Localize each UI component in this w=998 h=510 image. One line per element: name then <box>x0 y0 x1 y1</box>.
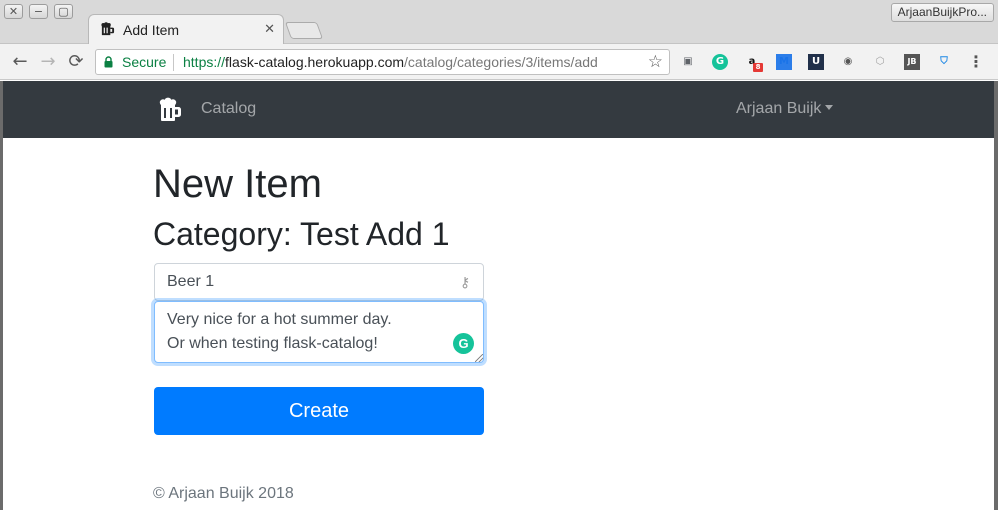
url-scheme: https:// <box>183 54 226 70</box>
user-name: Arjaan Buijk <box>736 100 822 117</box>
grammarly-icon[interactable]: G <box>712 54 728 70</box>
navbar-brand[interactable]: Catalog <box>201 100 256 118</box>
tab-add-item[interactable]: Add Item ✕ <box>88 14 284 45</box>
url-separator <box>173 54 174 71</box>
url-text[interactable]: https://flask-catalog.herokuapp.com/cata… <box>183 54 598 70</box>
lock-icon <box>104 56 113 68</box>
m-icon[interactable]: M <box>776 54 792 70</box>
url-host: flask-catalog.herokuapp.com <box>225 54 405 70</box>
eye-icon[interactable]: ◉ <box>840 54 856 70</box>
beer-mug-icon[interactable] <box>158 97 184 123</box>
url-path: /catalog/categories/3/items/add <box>404 54 598 70</box>
window-maximize-button[interactable]: ▢ <box>54 4 73 19</box>
cube-icon[interactable]: ⬡ <box>872 54 888 70</box>
address-bar[interactable]: Secure https://flask-catalog.herokuapp.c… <box>95 49 670 75</box>
item-description-textarea[interactable]: Very nice for a hot summer day. Or when … <box>154 301 484 363</box>
site-navbar: Catalog Arjaan Buijk <box>3 81 994 138</box>
bookmark-star-icon[interactable]: ☆ <box>648 52 663 72</box>
grammarly-icon[interactable]: G <box>453 333 474 354</box>
item-name-input[interactable] <box>154 263 484 301</box>
beer-mug-icon <box>100 22 115 41</box>
pocket-icon[interactable]: ▣ <box>680 54 696 70</box>
footer-copyright: © Arjaan Buijk 2018 <box>153 485 294 502</box>
create-button[interactable]: Create <box>154 387 484 435</box>
reload-icon[interactable]: ⟳ <box>65 51 87 73</box>
amazon-icon[interactable]: a8 <box>744 54 763 72</box>
forward-arrow-icon[interactable]: → <box>37 51 59 73</box>
profile-button[interactable]: ArjaanBuijkPro... <box>890 3 994 22</box>
secure-label: Secure <box>122 54 167 70</box>
tab-title: Add Item <box>123 22 180 38</box>
new-tab-button[interactable] <box>284 22 324 39</box>
user-menu-toggle[interactable]: Arjaan Buijk <box>736 100 834 118</box>
window-edge-right <box>994 81 998 510</box>
window-minimize-button[interactable]: − <box>29 4 48 19</box>
page-title: New Item <box>153 162 322 206</box>
window-close-button[interactable]: ✕ <box>4 4 23 19</box>
shield-icon[interactable]: ⛉ <box>936 54 952 70</box>
back-arrow-icon[interactable]: ← <box>9 51 31 73</box>
key-icon[interactable]: ⚷ <box>460 275 470 291</box>
menu-icon[interactable]: ⋮ <box>968 54 984 70</box>
category-heading: Category: Test Add 1 <box>153 216 450 252</box>
caret-down-icon <box>825 105 834 110</box>
dark-u-icon[interactable]: U <box>808 54 824 70</box>
extension-badge: 8 <box>753 63 763 72</box>
browser-toolbar: ← → ⟳ Secure https://flask-catalog.herok… <box>0 44 998 80</box>
jb-icon[interactable]: JB <box>904 54 920 70</box>
window-edge-left <box>0 81 3 510</box>
resize-handle[interactable] <box>475 354 483 362</box>
window-titlebar: ✕ − ▢ Add Item ✕ ArjaanBuijkPro... <box>0 0 998 45</box>
tab-close-icon[interactable]: ✕ <box>264 22 275 37</box>
